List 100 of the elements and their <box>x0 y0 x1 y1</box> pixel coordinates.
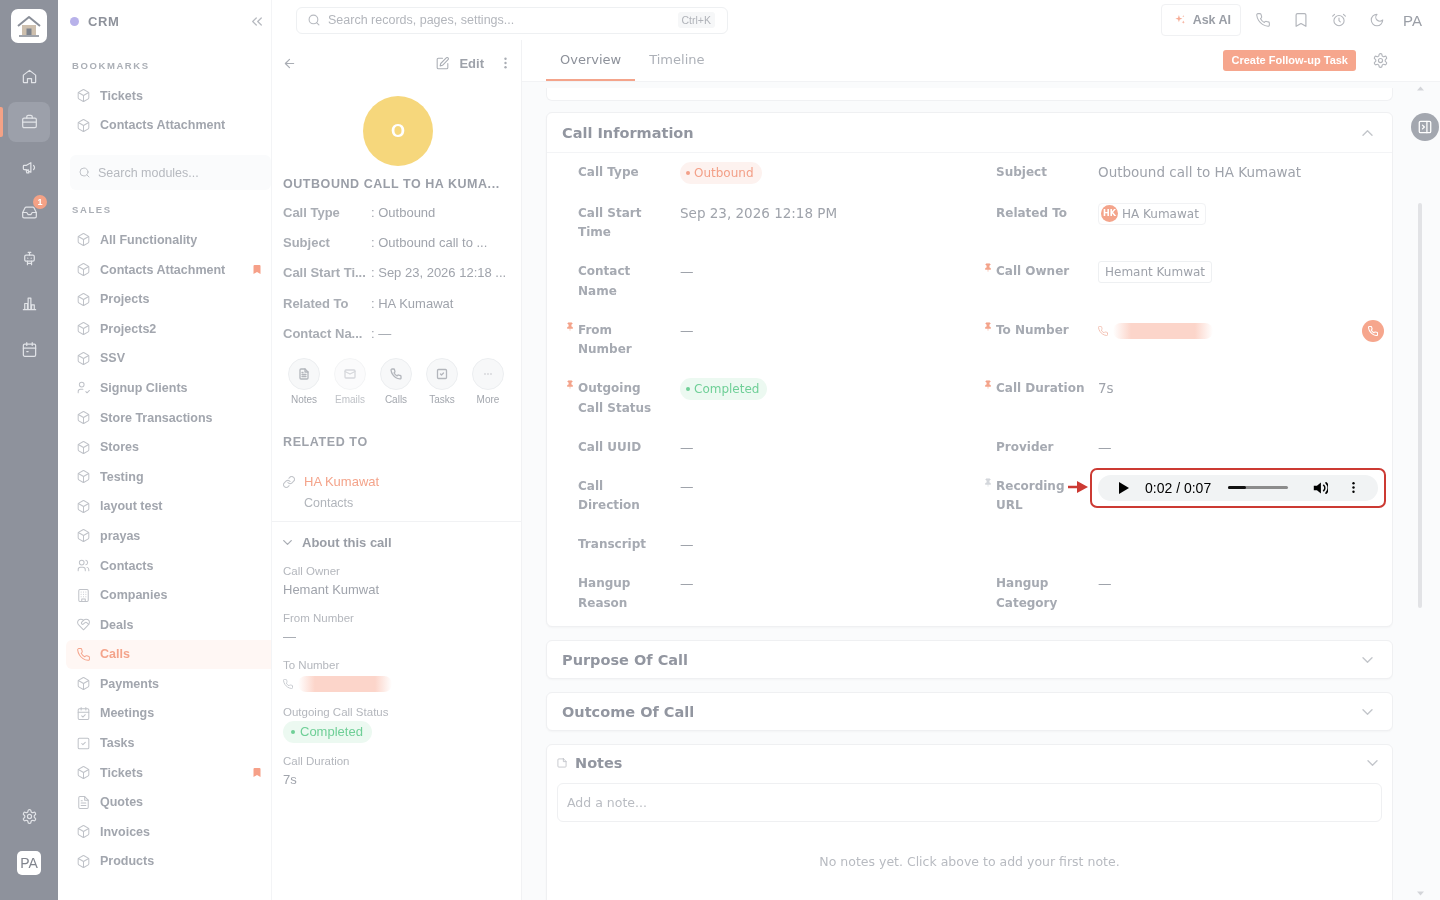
shortcut-hint: Ctrl+K <box>677 12 715 28</box>
sidebar-item[interactable]: Contacts <box>66 550 271 581</box>
field-value: — <box>283 628 296 646</box>
sidebar-item[interactable]: Invoices <box>66 817 271 847</box>
sidebar-item[interactable]: Testing <box>66 461 271 492</box>
record-title: OUTBOUND CALL TO HA KUMA... <box>283 176 500 192</box>
module-search-field[interactable]: Search modules... <box>70 155 271 191</box>
user-avatar[interactable]: PA <box>17 851 41 875</box>
inbox-icon <box>21 205 37 220</box>
tab[interactable]: Overview <box>546 40 636 81</box>
chevron-up-icon[interactable] <box>1362 129 1373 136</box>
active-indicator <box>0 106 3 137</box>
record-avatar: O <box>363 96 433 166</box>
chevron-down-icon[interactable] <box>1362 656 1373 663</box>
search-icon <box>79 167 90 179</box>
sidebar-item[interactable]: Store Transactions <box>66 402 271 433</box>
tab[interactable]: Timeline <box>635 40 719 81</box>
sidebar-item[interactable]: Stores <box>66 432 271 462</box>
section-toggle[interactable]: About this call <box>283 533 392 553</box>
sidebar-item[interactable]: Tickets <box>66 757 271 788</box>
moon-icon[interactable] <box>1370 13 1385 27</box>
pin-icon[interactable] <box>985 380 991 389</box>
nav-button[interactable]: 1 <box>8 192 50 233</box>
calendar-check-icon <box>77 707 90 720</box>
cube-icon <box>77 825 90 839</box>
check-square-icon <box>77 736 90 750</box>
progress-track[interactable] <box>1228 486 1289 489</box>
collapse-icon[interactable] <box>252 16 262 26</box>
nav-button[interactable] <box>8 101 50 142</box>
field-label: Outgoing Call Status <box>283 705 389 719</box>
sidebar-item[interactable]: Projects2 <box>66 313 271 344</box>
sidebar-item[interactable]: Contacts Attachment <box>66 110 271 141</box>
field-value: 7s <box>1098 379 1114 398</box>
kebab-menu-icon[interactable] <box>1352 481 1356 494</box>
alarm-clock-icon[interactable] <box>1332 13 1347 27</box>
sidebar-item[interactable]: Signup Clients <box>66 373 271 403</box>
sidebar-item[interactable]: Tickets <box>66 81 271 111</box>
sidebar-item[interactable]: prayas <box>66 521 271 551</box>
sidebar-item[interactable]: Projects <box>66 284 271 314</box>
sidebar-item[interactable]: layout test <box>66 491 271 522</box>
note-input[interactable]: Add a note... <box>557 783 1382 822</box>
logo-icon[interactable] <box>11 9 47 43</box>
scroll-down-icon[interactable] <box>1417 891 1424 896</box>
cube-icon <box>77 233 90 247</box>
action-button[interactable]: Notes <box>281 358 327 407</box>
field-label: To Number <box>283 658 340 672</box>
phone-icon[interactable] <box>1256 13 1271 27</box>
sidebar-item[interactable]: Companies <box>66 580 271 610</box>
play-icon[interactable] <box>1119 481 1129 494</box>
field-value: — <box>680 574 694 593</box>
field-label: From Number <box>283 611 354 625</box>
chevron-down-icon[interactable] <box>1362 708 1373 715</box>
bookmark-icon[interactable] <box>1294 13 1309 27</box>
cube-icon <box>77 263 90 277</box>
sidebar-item[interactable]: Products <box>66 846 271 877</box>
pin-icon[interactable] <box>985 263 991 272</box>
sidebar-item[interactable]: All Functionality <box>66 225 271 255</box>
pin-icon[interactable] <box>985 321 991 331</box>
pin-icon[interactable] <box>567 380 573 389</box>
pin-icon[interactable] <box>567 321 573 331</box>
action-button[interactable]: Calls <box>373 358 419 407</box>
users-icon <box>77 559 90 572</box>
field-value: — <box>1098 437 1112 457</box>
chevron-down-icon[interactable] <box>1367 759 1378 766</box>
related-record-link[interactable]: HA Kumawat <box>304 473 380 491</box>
field-value: 7s <box>283 771 297 789</box>
create-task-button[interactable]: Create Follow-up Task <box>1223 50 1356 71</box>
ask-ai-button[interactable]: Ask AI <box>1160 4 1242 36</box>
field-label: Provider <box>996 439 1054 454</box>
field-label: Call UUID <box>578 439 642 454</box>
field-value: — <box>1098 574 1112 593</box>
briefcase-icon <box>21 114 37 129</box>
arrow-left-icon[interactable] <box>283 56 296 70</box>
brand-dot-icon <box>70 16 79 26</box>
field-label: Hangup Reason <box>578 576 631 610</box>
field-label: Call Owner <box>996 264 1070 278</box>
contact-chip[interactable]: HK HA Kumawat <box>1098 202 1206 225</box>
call-button[interactable] <box>1362 319 1384 342</box>
sidebar-item[interactable]: Tasks <box>66 728 271 758</box>
volume-icon[interactable] <box>1313 480 1329 495</box>
action-button[interactable]: Tasks <box>419 358 465 407</box>
sidebar-item[interactable]: Deals <box>66 609 271 640</box>
edit-button[interactable]: Edit <box>436 55 484 71</box>
pin-icon[interactable] <box>985 477 991 487</box>
sidebar-item[interactable]: Meetings <box>66 698 271 729</box>
scroll-up-icon[interactable] <box>1417 86 1424 91</box>
cube-icon <box>77 440 90 454</box>
sidebar-item[interactable]: Payments <box>66 669 271 699</box>
note-icon <box>557 757 567 768</box>
field-value: Outbound call to HA Kumawat <box>1098 163 1302 182</box>
sidebar-item[interactable]: SSV <box>66 343 271 374</box>
document-icon <box>77 795 90 809</box>
panel-toggle-button[interactable] <box>1411 113 1439 141</box>
sidebar-item[interactable]: Quotes <box>66 787 271 818</box>
sidebar-item[interactable]: Calls <box>66 639 271 670</box>
sidebar-item[interactable]: Contacts Attachment <box>66 254 271 285</box>
user-initials[interactable]: PA <box>1403 11 1422 29</box>
action-button[interactable]: More <box>465 358 511 407</box>
status-label: Outbound <box>694 166 754 180</box>
settings-icon[interactable] <box>1373 53 1388 68</box>
